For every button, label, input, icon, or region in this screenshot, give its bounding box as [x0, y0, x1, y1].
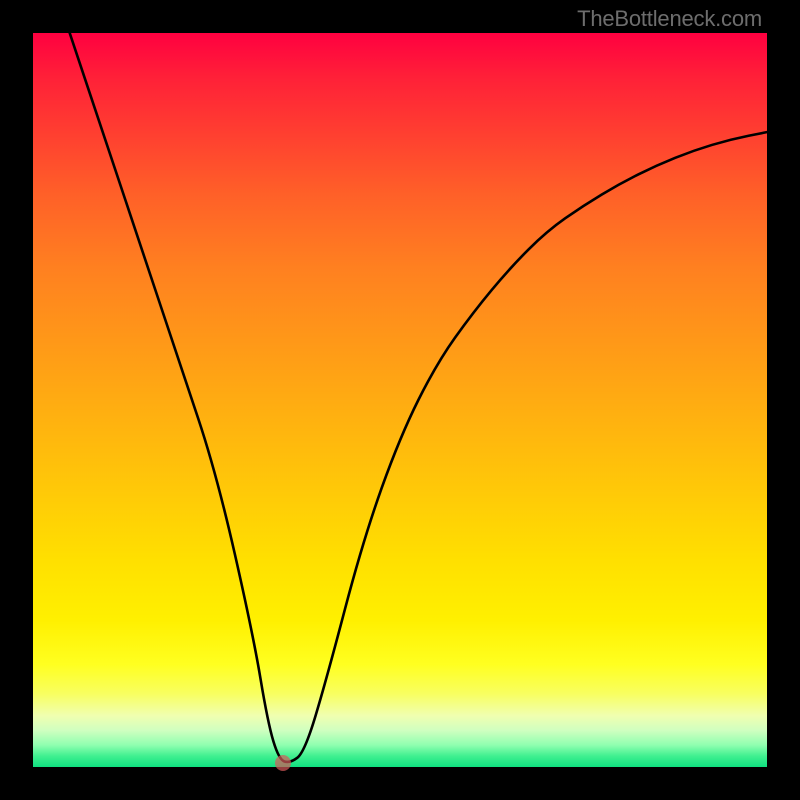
- curve-layer: [33, 33, 767, 767]
- chart-frame: TheBottleneck.com: [0, 0, 800, 800]
- optimal-point-marker: [275, 755, 291, 771]
- watermark-text: TheBottleneck.com: [577, 6, 762, 32]
- bottleneck-curve: [70, 33, 767, 762]
